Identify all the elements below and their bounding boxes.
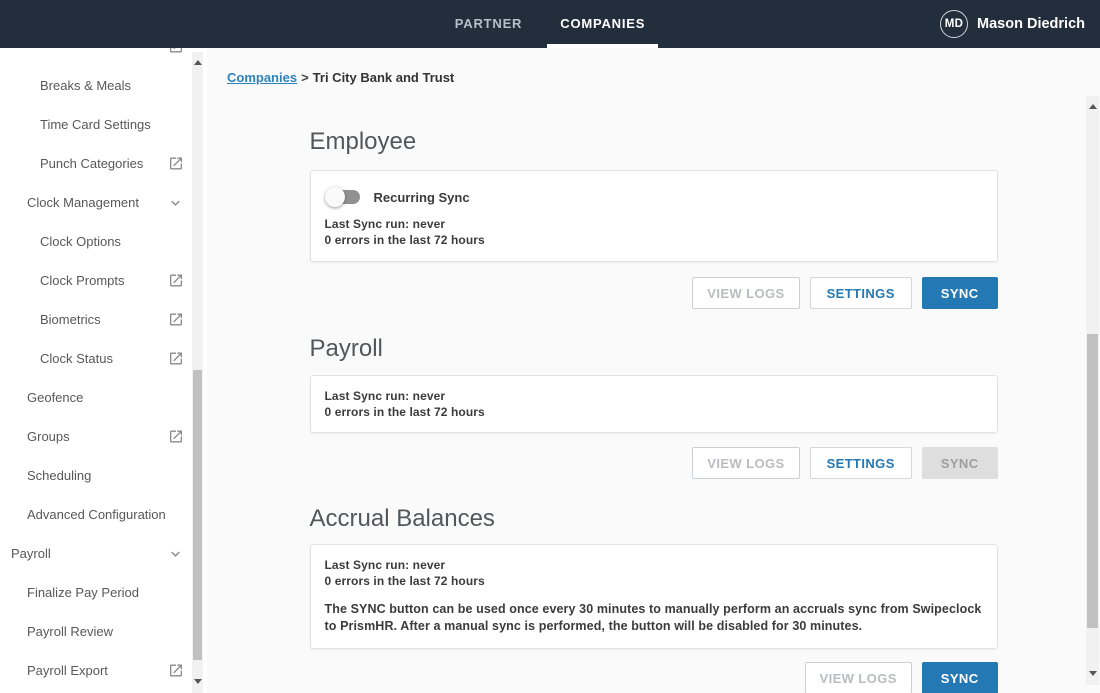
nav-tabs: PARTNER COMPANIES: [0, 0, 1100, 48]
view-logs-button[interactable]: VIEW LOGS: [692, 277, 799, 309]
payroll-sync-card: Last Sync run: never 0 errors in the las…: [310, 375, 998, 433]
sidebar-item-label: Breaks & Meals: [40, 78, 131, 93]
sidebar-item-clock-status[interactable]: Clock Status: [0, 339, 207, 378]
view-logs-button[interactable]: VIEW LOGS: [805, 662, 912, 693]
error-count-status: 0 errors in the last 72 hours: [325, 573, 983, 589]
external-link-icon: [167, 428, 184, 445]
main-scrollbar[interactable]: [1086, 96, 1099, 685]
scroll-down-icon[interactable]: [192, 675, 203, 687]
breadcrumb-companies-link[interactable]: Companies: [227, 70, 297, 85]
sidebar-item-label: Clock Options: [40, 234, 121, 249]
sidebar-item-label: Time Card Settings: [40, 117, 151, 132]
sidebar-item-groups[interactable]: Groups: [0, 417, 207, 456]
breadcrumb-current: Tri City Bank and Trust: [313, 70, 455, 85]
sync-button[interactable]: SYNC: [922, 662, 998, 693]
tab-companies[interactable]: COMPANIES: [547, 0, 658, 48]
sidebar-item-advanced-configuration[interactable]: Advanced Configuration: [0, 495, 207, 534]
sidebar-item-label: Payroll Review: [27, 624, 113, 639]
sidebar-item-label: Geofence: [27, 390, 83, 405]
accrual-sync-card: Last Sync run: never 0 errors in the las…: [310, 544, 998, 649]
chevron-down-icon: [167, 545, 184, 562]
settings-button[interactable]: SETTINGS: [810, 277, 912, 309]
recurring-sync-label: Recurring Sync: [374, 190, 470, 205]
sidebar-item-partial[interactable]: [0, 48, 207, 66]
sidebar-item-label: Biometrics: [40, 312, 101, 327]
breadcrumb-separator: >: [301, 70, 309, 85]
sync-button[interactable]: SYNC: [922, 277, 998, 309]
breadcrumb: Companies > Tri City Bank and Trust: [207, 48, 1100, 104]
sidebar-item-label: Clock Status: [40, 351, 113, 366]
external-link-icon: [167, 272, 184, 289]
sidebar-scrollbar[interactable]: [192, 52, 203, 693]
chevron-down-icon: [167, 194, 184, 211]
scroll-down-icon[interactable]: [1086, 667, 1099, 679]
employee-sync-card: Recurring Sync Last Sync run: never 0 er…: [310, 170, 998, 262]
external-link-icon: [167, 311, 184, 328]
last-sync-status: Last Sync run: never: [325, 388, 983, 404]
scroll-up-icon[interactable]: [1086, 100, 1099, 112]
sidebar-item-biometrics[interactable]: Biometrics: [0, 300, 207, 339]
sidebar-item-punch-categories[interactable]: Punch Categories: [0, 144, 207, 183]
error-count-status: 0 errors in the last 72 hours: [325, 232, 983, 248]
main-content: Companies > Tri City Bank and Trust Employ…: [207, 48, 1100, 693]
sidebar-item-payroll-export[interactable]: Payroll Export: [0, 651, 207, 690]
recurring-sync-toggle[interactable]: [325, 187, 361, 207]
sidebar-scrollbar-thumb[interactable]: [193, 370, 202, 660]
sidebar-item-label: Punch Categories: [40, 156, 143, 171]
last-sync-status: Last Sync run: never: [325, 216, 983, 232]
sidebar-item-geofence[interactable]: Geofence: [0, 378, 207, 417]
sidebar-item-finalize-pay-period[interactable]: Finalize Pay Period: [0, 573, 207, 612]
sidebar-item-label: Advanced Configuration: [27, 507, 166, 522]
sidebar-item-clock-options[interactable]: Clock Options: [0, 222, 207, 261]
sidebar-item-time-card-settings[interactable]: Time Card Settings: [0, 105, 207, 144]
external-link-icon: [167, 662, 184, 679]
user-name: Mason Diedrich: [977, 16, 1085, 32]
sync-note: The SYNC button can be used once every 3…: [325, 601, 983, 635]
toggle-thumb: [325, 187, 345, 207]
external-link-icon: [167, 350, 184, 367]
external-link-icon: [167, 155, 184, 172]
sidebar-item-label: Finalize Pay Period: [27, 585, 139, 600]
sidebar-item-breaks-meals[interactable]: Breaks & Meals: [0, 66, 207, 105]
sidebar-list: Breaks & Meals Time Card Settings Punch …: [0, 48, 207, 690]
last-sync-status: Last Sync run: never: [325, 557, 983, 573]
error-count-status: 0 errors in the last 72 hours: [325, 404, 983, 420]
sidebar-item-label: Payroll: [11, 546, 51, 561]
sidebar-item-label: Clock Prompts: [40, 273, 125, 288]
sidebar-item-label: Payroll Export: [27, 663, 108, 678]
section-title-accrual-balances: Accrual Balances: [310, 505, 998, 533]
user-menu[interactable]: MD Mason Diedrich: [940, 0, 1085, 48]
sidebar-item-payroll-review[interactable]: Payroll Review: [0, 612, 207, 651]
view-logs-button[interactable]: VIEW LOGS: [692, 447, 799, 479]
sidebar-item-clock-prompts[interactable]: Clock Prompts: [0, 261, 207, 300]
section-title-payroll: Payroll: [310, 335, 998, 363]
sidebar-item-label: Groups: [27, 429, 70, 444]
sidebar-item-scheduling[interactable]: Scheduling: [0, 456, 207, 495]
sync-button-disabled[interactable]: SYNC: [922, 447, 998, 479]
tab-partner[interactable]: PARTNER: [442, 0, 535, 48]
sidebar-item-label: Scheduling: [27, 468, 91, 483]
sidebar-item-clock-management[interactable]: Clock Management: [0, 183, 207, 222]
settings-button[interactable]: SETTINGS: [810, 447, 912, 479]
scroll-up-icon[interactable]: [192, 56, 203, 68]
main-scrollbar-thumb[interactable]: [1087, 334, 1098, 628]
settings-sidebar: Breaks & Meals Time Card Settings Punch …: [0, 48, 207, 693]
top-navbar: PARTNER COMPANIES MD Mason Diedrich: [0, 0, 1100, 48]
sidebar-item-label: Clock Management: [27, 195, 139, 210]
avatar[interactable]: MD: [940, 10, 968, 38]
external-link-icon: [167, 48, 184, 55]
section-title-employee: Employee: [310, 128, 998, 156]
sidebar-item-payroll[interactable]: Payroll: [0, 534, 207, 573]
